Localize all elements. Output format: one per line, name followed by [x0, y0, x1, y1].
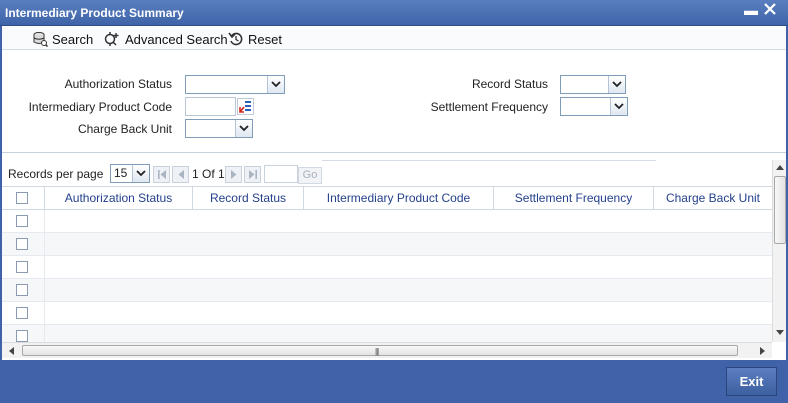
toolbar: Search Advanced Search Reset — [2, 26, 786, 50]
chevron-down-icon — [610, 98, 627, 115]
intermediary-product-code-label: Intermediary Product Code — [28, 100, 172, 114]
row-divider — [44, 302, 45, 325]
pager-divider — [322, 160, 656, 161]
chevron-down-icon — [608, 76, 625, 93]
record-status-label: Record Status — [471, 77, 548, 91]
search-criteria: Authorization Status Intermediary Produc… — [2, 51, 786, 153]
scroll-up-icon — [776, 165, 784, 170]
scroll-left-icon — [9, 347, 14, 355]
close-icon — [764, 3, 776, 15]
scroll-right-icon — [760, 347, 765, 355]
row-checkbox[interactable] — [16, 284, 28, 296]
search-button[interactable]: Search — [32, 30, 93, 48]
reset-button[interactable]: Reset — [228, 30, 282, 48]
reset-button-label: Reset — [248, 31, 282, 47]
next-page-icon — [230, 170, 236, 179]
row-checkbox[interactable] — [16, 307, 28, 319]
records-per-page-label: Records per page — [8, 167, 104, 181]
row-divider — [44, 233, 45, 256]
page-info: 1 Of 1 — [192, 167, 225, 181]
row-divider — [44, 325, 45, 342]
table-row[interactable] — [2, 325, 772, 342]
authorization-status-select[interactable] — [185, 75, 285, 94]
advanced-search-icon — [104, 32, 119, 46]
close-button[interactable] — [764, 3, 778, 17]
chevron-down-icon — [132, 165, 149, 182]
results-grid: Records per page 15 1 Of 1 Go Authorizat… — [2, 160, 786, 360]
search-icon — [33, 32, 48, 47]
vertical-scrollbar[interactable] — [772, 160, 786, 342]
minimize-button[interactable]: ▬ — [744, 2, 758, 18]
charge-back-unit-select[interactable] — [185, 119, 253, 138]
go-button[interactable]: Go — [298, 167, 322, 184]
title-bar: Intermediary Product Summary ▬ — [0, 0, 788, 26]
records-per-page-select[interactable]: 15 — [110, 164, 150, 183]
settlement-frequency-label: Settlement Frequency — [430, 100, 548, 114]
row-checkbox[interactable] — [16, 330, 28, 342]
column-header-charge-back-unit[interactable]: Charge Back Unit — [654, 187, 772, 209]
chevron-down-icon — [267, 76, 284, 93]
lov-button[interactable] — [237, 98, 254, 115]
advanced-search-button[interactable]: Advanced Search — [103, 30, 228, 48]
column-header-settlement-frequency[interactable]: Settlement Frequency — [494, 187, 654, 209]
intermediary-product-code-input[interactable] — [185, 97, 236, 116]
record-status-select[interactable] — [560, 75, 626, 94]
table-row[interactable] — [2, 256, 772, 279]
row-divider — [44, 279, 45, 302]
search-button-label: Search — [52, 31, 94, 47]
scroll-grip-icon: ||| — [375, 347, 379, 356]
pager: Records per page 15 1 Of 1 Go — [2, 160, 786, 186]
scroll-down-icon — [776, 330, 784, 335]
charge-back-unit-label: Charge Back Unit — [77, 122, 172, 136]
previous-page-button[interactable] — [172, 166, 189, 183]
table-row[interactable] — [2, 302, 772, 325]
first-page-button[interactable] — [153, 166, 170, 183]
column-header-record-status[interactable]: Record Status — [193, 187, 304, 209]
advanced-search-button-label: Advanced Search — [125, 31, 228, 47]
next-page-button[interactable] — [225, 166, 242, 183]
previous-page-icon — [178, 170, 184, 179]
row-divider — [44, 210, 45, 233]
row-checkbox[interactable] — [16, 261, 28, 273]
row-checkbox[interactable] — [16, 215, 28, 227]
records-per-page-value: 15 — [114, 166, 128, 180]
footer-bar: Exit — [0, 360, 788, 403]
last-page-button[interactable] — [244, 166, 261, 183]
exit-button[interactable]: Exit — [726, 367, 777, 396]
chevron-down-icon — [235, 120, 252, 137]
page-number-input[interactable] — [264, 165, 298, 183]
row-divider — [44, 256, 45, 279]
table-row[interactable] — [2, 233, 772, 256]
table-body — [2, 210, 772, 342]
reset-icon — [228, 32, 243, 46]
authorization-status-label: Authorization Status — [64, 77, 172, 91]
table-header: Authorization Status Record Status Inter… — [2, 186, 772, 210]
row-checkbox[interactable] — [16, 238, 28, 250]
last-page-icon — [248, 170, 257, 179]
select-all-checkbox[interactable] — [16, 192, 28, 204]
table-row[interactable] — [2, 279, 772, 302]
vertical-scroll-thumb[interactable] — [774, 176, 786, 244]
column-header-intermediary-product-code[interactable]: Intermediary Product Code — [304, 187, 494, 209]
horizontal-scrollbar[interactable]: ||| — [2, 342, 772, 358]
first-page-icon — [157, 170, 166, 179]
column-header-authorization-status[interactable]: Authorization Status — [45, 187, 193, 209]
header-select-all-cell — [2, 187, 45, 209]
list-of-values-icon — [239, 101, 251, 113]
horizontal-scroll-thumb[interactable]: ||| — [22, 345, 738, 356]
settlement-frequency-select[interactable] — [560, 97, 628, 116]
table-row[interactable] — [2, 210, 772, 233]
window-title: Intermediary Product Summary — [5, 6, 184, 20]
